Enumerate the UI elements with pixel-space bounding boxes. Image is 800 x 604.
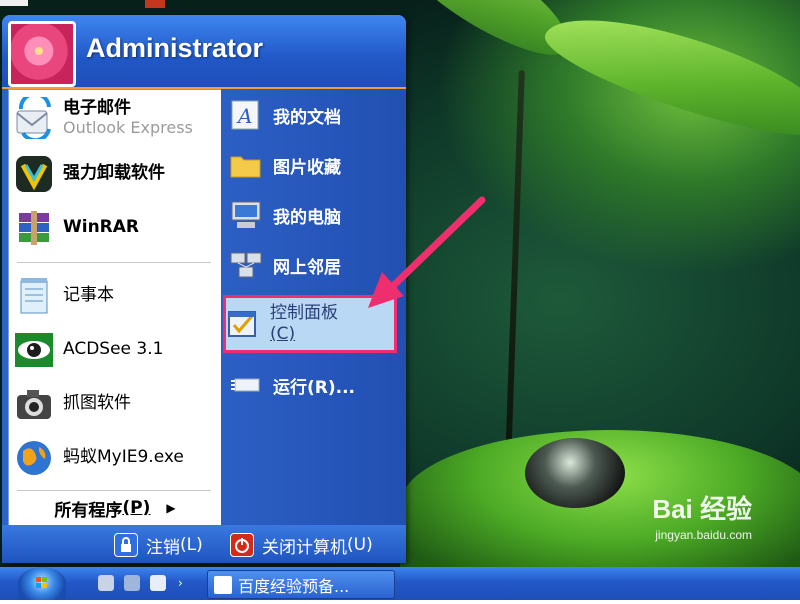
notepad-icon <box>13 275 55 317</box>
taskbar-window-button[interactable]: 百度经验预备... <box>207 570 395 599</box>
menu-separator <box>17 490 211 491</box>
chevron-right-icon[interactable]: › <box>178 575 194 591</box>
all-programs-label: 所有程序 <box>54 500 123 521</box>
power-icon <box>230 533 254 557</box>
program-label: ACDSee 3.1 <box>63 339 164 360</box>
program-uninstaller[interactable]: 强力卸载软件 <box>13 150 217 198</box>
program-label: WinRAR <box>63 217 140 238</box>
taskbar-window-label: 百度经验预备... <box>238 576 350 596</box>
my-documents-icon: A <box>229 99 263 131</box>
program-label: 电子邮件 <box>63 98 131 119</box>
shutdown-hotkey: (U) <box>347 535 373 555</box>
program-myie9[interactable]: 蚂蚁MyIE9.exe <box>13 434 217 482</box>
winrar-icon <box>13 207 55 249</box>
folder-icon <box>229 149 263 181</box>
start-button[interactable] <box>18 567 66 600</box>
program-label: 抓图软件 <box>63 393 131 414</box>
start-menu: Administrator 电子邮件 Outlook Express 强力卸载软… <box>2 15 406 563</box>
program-label: 蚂蚁MyIE9.exe <box>63 447 184 468</box>
place-my-computer[interactable]: 我的电脑 <box>229 195 401 235</box>
place-label: 图片收藏 <box>273 157 341 178</box>
program-screenshot[interactable]: 抓图软件 <box>13 380 217 428</box>
camera-icon <box>13 383 55 425</box>
places-pane: A 我的文档 图片收藏 我的电脑 网上邻居 控制面板 (C) 运行(R)... <box>221 89 406 525</box>
program-sublabel: Outlook Express <box>63 117 193 137</box>
svg-text:A: A <box>236 104 252 128</box>
start-menu-header: Administrator <box>2 15 406 89</box>
baidu-watermark: Bai 经验 jingyan.baidu.com <box>652 489 752 542</box>
place-label: 网上邻居 <box>273 257 341 278</box>
program-winrar[interactable]: WinRAR <box>13 204 217 252</box>
show-desktop-icon[interactable] <box>124 575 140 591</box>
place-run[interactable]: 运行(R)... <box>229 365 401 405</box>
window-app-icon <box>214 575 232 594</box>
place-label: 我的电脑 <box>273 207 341 228</box>
my-computer-icon <box>229 199 263 231</box>
windows-logo-icon <box>36 577 47 588</box>
place-hotkey: (C) <box>270 324 296 344</box>
program-label: 记事本 <box>63 285 114 306</box>
arrow-right-icon: ▶ <box>166 501 176 515</box>
place-my-pictures[interactable]: 图片收藏 <box>229 145 401 185</box>
desktop-icon-fragment <box>145 0 165 8</box>
quicklaunch-icon[interactable] <box>98 575 114 591</box>
taskbar: › 百度经验预备... <box>0 567 800 600</box>
place-label: 控制面板 <box>270 302 338 323</box>
programs-pane: 电子邮件 Outlook Express 强力卸载软件 WinRAR 记事本 A… <box>8 89 222 527</box>
leaf-graphic <box>536 0 800 155</box>
logoff-hotkey: (L) <box>180 535 203 555</box>
place-control-panel[interactable]: 控制面板 (C) <box>223 295 397 353</box>
shutdown-button[interactable]: 关闭计算机 (U) <box>230 533 373 558</box>
logoff-label: 注销 <box>146 537 180 558</box>
pebble-graphic <box>525 438 625 508</box>
place-label: 我的文档 <box>273 107 341 128</box>
start-menu-footer: 注销 (L) 关闭计算机 (U) <box>2 525 406 563</box>
globe-icon <box>13 437 55 479</box>
shutdown-label: 关闭计算机 <box>262 537 347 558</box>
user-name: Administrator <box>86 33 264 63</box>
place-label: 运行 <box>273 377 307 398</box>
program-acdsee[interactable]: ACDSee 3.1 <box>13 326 217 374</box>
run-icon <box>229 369 263 401</box>
program-email[interactable]: 电子邮件 Outlook Express <box>13 91 217 143</box>
place-hotkey: (R)... <box>307 377 356 398</box>
stem-graphic <box>505 70 525 460</box>
outlook-express-icon <box>13 91 55 143</box>
place-network[interactable]: 网上邻居 <box>229 245 401 285</box>
program-label: 强力卸载软件 <box>63 163 165 184</box>
place-my-documents[interactable]: A 我的文档 <box>229 95 401 135</box>
network-icon <box>229 249 263 281</box>
logoff-button[interactable]: 注销 (L) <box>114 533 203 558</box>
user-avatar[interactable] <box>8 21 76 87</box>
all-programs-hotkey: (P) <box>122 498 151 518</box>
watermark-brand: Bai 经验 <box>652 494 752 524</box>
menu-separator <box>17 262 211 263</box>
key-icon <box>114 533 138 557</box>
uninstaller-icon <box>13 153 55 195</box>
control-panel-icon <box>226 308 260 340</box>
all-programs-button[interactable]: 所有程序 (P) ▶ <box>13 495 217 521</box>
desktop-icon-fragment <box>0 0 28 6</box>
program-notepad[interactable]: 记事本 <box>13 272 217 320</box>
browser-icon[interactable] <box>150 575 166 591</box>
watermark-url: jingyan.baidu.com <box>655 528 752 542</box>
acdsee-icon <box>13 329 55 371</box>
